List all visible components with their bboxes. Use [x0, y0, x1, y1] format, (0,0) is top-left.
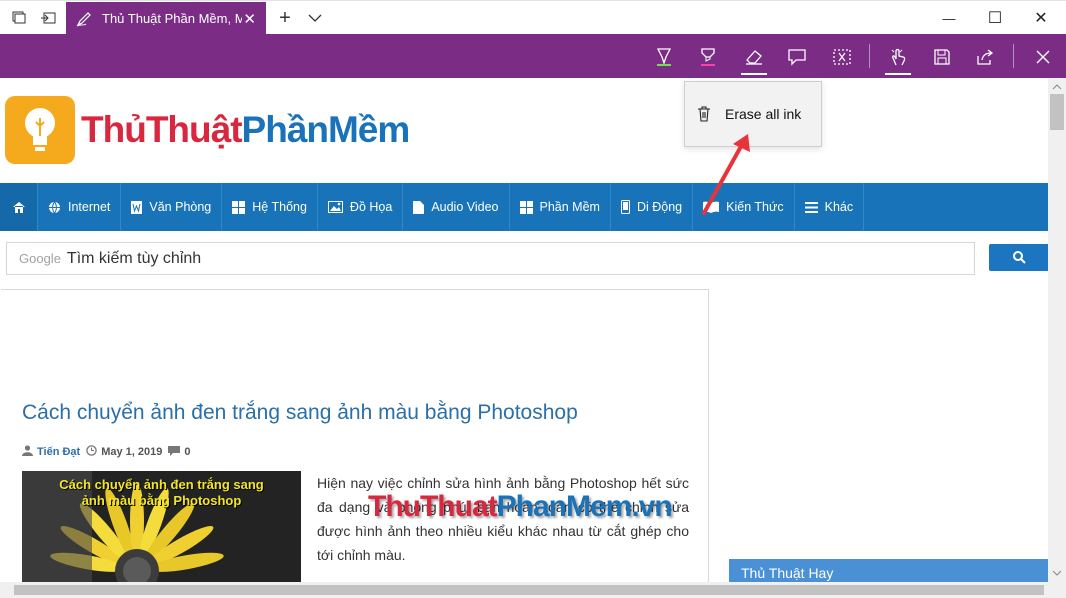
nav-label: Khác [824, 200, 854, 214]
nav-item-khac[interactable]: Khác [795, 183, 865, 231]
nav-item-do-hoa[interactable]: Đồ Họa [318, 183, 404, 231]
lightbulb-icon [5, 96, 75, 164]
erase-all-ink-label: Erase all ink [725, 106, 802, 122]
share-icon[interactable] [970, 42, 1000, 72]
tab-active[interactable]: Thủ Thuật Phần Mềm, M ✕ [66, 2, 266, 35]
file-icon [413, 200, 425, 214]
save-icon[interactable] [927, 42, 957, 72]
nav-item-phan-mem[interactable]: Phần Mềm [510, 183, 611, 231]
eraser-icon[interactable] [739, 42, 769, 75]
watermark-part: PhanMem [496, 490, 633, 523]
watermark-part: .vn [631, 490, 672, 523]
maximize-button[interactable]: ☐ [972, 1, 1018, 35]
article-thumbnail[interactable]: Cách chuyển ảnh đen trắng sang ảnh màu b… [22, 471, 301, 582]
article-title[interactable]: Cách chuyển ảnh đen trắng sang ảnh màu b… [22, 401, 578, 425]
set-tabs-aside-icon[interactable] [37, 7, 59, 29]
search-input[interactable]: Google Tìm kiếm tùy chỉnh [6, 242, 975, 275]
title-bar: Thủ Thuật Phần Mềm, M ✕ + — ☐ ✕ [0, 0, 1066, 35]
search-icon [1012, 251, 1026, 264]
mobile-icon [620, 200, 630, 214]
nav-item-kien-thuc[interactable]: Kiến Thức [693, 183, 795, 231]
search-button[interactable] [989, 244, 1048, 271]
tab-preview-icon[interactable] [8, 7, 30, 29]
minimize-button[interactable]: — [926, 1, 972, 35]
comment-count[interactable]: 0 [184, 446, 190, 458]
nav-label: Phần Mềm [539, 200, 600, 214]
toolbar-divider [1013, 44, 1014, 68]
tab-title: Thủ Thuật Phần Mềm, M [102, 11, 242, 26]
watermark: ThuThuatPhanMem.vn [368, 490, 673, 524]
word-doc-icon [131, 200, 143, 214]
logo-part: Phần [241, 109, 329, 150]
nav-item-internet[interactable]: Internet [38, 183, 122, 231]
image-icon [327, 201, 343, 213]
sidebar-heading: Thủ Thuật Hay [729, 559, 1048, 582]
nav-label: Văn Phòng [149, 200, 212, 214]
new-tab-button[interactable]: + [274, 7, 296, 29]
main-nav: Internet Văn Phòng Hệ Thống Đồ Họa Audio… [0, 183, 1048, 231]
add-note-icon[interactable] [782, 42, 812, 72]
nav-label: Di Động [636, 200, 683, 214]
article-meta: Tiến Đạt May 1, 2019 0 [22, 445, 194, 459]
pen-icon [76, 11, 92, 27]
web-page: ThủThuậtPhầnMềm Internet Văn Phòng Hệ Th… [0, 78, 1048, 582]
close-window-button[interactable]: ✕ [1018, 1, 1064, 35]
clock-icon [86, 445, 97, 459]
horizontal-scrollbar[interactable] [0, 582, 1066, 598]
nav-label: Audio Video [431, 200, 499, 214]
vertical-scrollbar[interactable] [1048, 78, 1066, 582]
search-placeholder: Tìm kiếm tùy chỉnh [66, 249, 202, 267]
nav-label: Hệ Thống [252, 200, 307, 214]
logo-part: Mềm [327, 109, 410, 150]
trash-icon [697, 106, 711, 122]
grid-icon [519, 200, 533, 214]
toolbar-divider [869, 44, 870, 68]
logo-part: Thuật [145, 109, 243, 150]
article-date: May 1, 2019 [101, 446, 163, 458]
scroll-down-icon [1052, 570, 1062, 576]
tab-list-chevron-icon[interactable] [304, 7, 326, 29]
nav-item-di-dong[interactable]: Di Động [611, 183, 694, 231]
exit-icon[interactable] [1028, 42, 1058, 72]
touch-writing-icon[interactable] [883, 42, 913, 75]
book-icon [703, 201, 720, 213]
globe-icon [49, 201, 60, 214]
site-logo[interactable]: ThủThuậtPhầnMềm [5, 96, 410, 164]
thumbnail-caption: Cách chuyển ảnh đen trắng sang ảnh màu b… [59, 477, 264, 508]
article-author[interactable]: Tiến Đạt [37, 446, 80, 458]
erase-all-ink-menu[interactable]: Erase all ink [684, 81, 822, 147]
ballpoint-pen-icon[interactable] [649, 42, 679, 72]
nav-item-audio-video[interactable]: Audio Video [403, 183, 510, 231]
nav-label: Đồ Họa [349, 200, 393, 214]
scroll-thumb[interactable] [1050, 94, 1064, 130]
nav-label: Internet [68, 200, 111, 214]
ink-toolbar [0, 34, 1066, 78]
watermark-part: Thuat [419, 490, 498, 523]
clip-icon[interactable] [827, 42, 857, 72]
scroll-thumb[interactable] [14, 585, 1044, 595]
logo-text: ThủThuậtPhầnMềm [81, 109, 410, 151]
nav-home[interactable] [0, 183, 38, 231]
scroll-up-icon [1052, 84, 1062, 90]
highlighter-icon[interactable] [693, 42, 723, 72]
user-icon [22, 445, 33, 459]
google-brand: Google [19, 251, 61, 266]
list-icon [804, 201, 818, 213]
windows-icon [232, 200, 246, 214]
nav-label: Kiến Thức [726, 200, 784, 214]
nav-item-he-thong[interactable]: Hệ Thống [222, 183, 318, 231]
logo-part: Thủ [81, 109, 147, 150]
tab-close-icon[interactable]: ✕ [243, 10, 256, 28]
home-icon [12, 201, 25, 213]
watermark-part: Thu [368, 490, 421, 523]
nav-item-van-phong[interactable]: Văn Phòng [121, 183, 223, 231]
comment-icon [168, 445, 181, 459]
